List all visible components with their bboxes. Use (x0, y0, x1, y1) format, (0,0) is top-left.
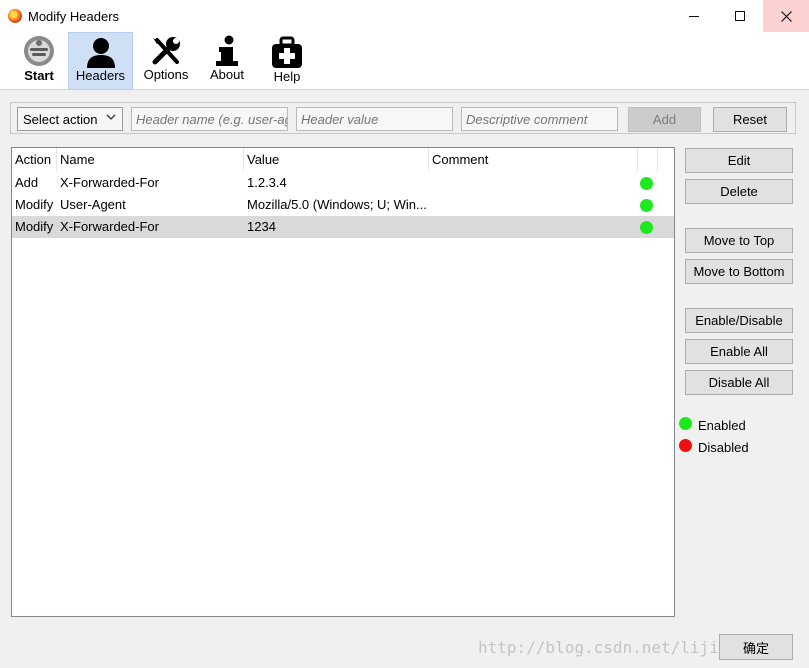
headers-list[interactable]: Action Name Value Comment Add X-Forwarde… (11, 147, 675, 617)
row-action: Modify (15, 197, 54, 212)
toolbar-start-label: Start (24, 68, 54, 83)
row-value: Mozilla/5.0 (Windows; U; Win... (247, 197, 427, 212)
enabled-legend-label: Enabled (698, 418, 746, 433)
row-action: Add (15, 175, 39, 190)
edit-button[interactable]: Edit (685, 148, 793, 173)
disable-all-button[interactable]: Disable All (685, 370, 793, 395)
modify-headers-window: Modify Headers Start Headers Options Abo… (0, 0, 809, 668)
comment-input[interactable] (461, 107, 618, 131)
row-value: 1.2.3.4 (247, 175, 287, 190)
table-row[interactable]: Modify X-Forwarded-For 1234 (12, 216, 674, 238)
row-value: 1234 (247, 219, 276, 234)
header-value-input[interactable] (296, 107, 453, 131)
row-comment (429, 172, 638, 194)
row-action: Modify (15, 219, 54, 234)
enable-all-button[interactable]: Enable All (685, 339, 793, 364)
toolbar-headers-label: Headers (75, 68, 126, 83)
title-bar: Modify Headers (0, 0, 809, 32)
toolbar-help-label: Help (273, 69, 301, 84)
enabled-status-icon (640, 199, 653, 212)
toolbar: Start Headers Options About Help (0, 32, 809, 90)
toolbar-options[interactable]: Options (138, 32, 194, 90)
toolbar-headers[interactable]: Headers (68, 32, 133, 90)
column-header-name[interactable]: Name (57, 148, 244, 171)
header-name-input[interactable] (131, 107, 288, 131)
column-header-action[interactable]: Action (12, 148, 57, 171)
toolbar-start[interactable]: Start (14, 32, 64, 90)
add-button[interactable]: Add (628, 107, 701, 132)
chevron-down-icon (106, 112, 116, 125)
row-name: X-Forwarded-For (60, 175, 159, 190)
enabled-legend-icon (679, 417, 692, 430)
column-header-value[interactable]: Value (244, 148, 429, 171)
reset-button[interactable]: Reset (713, 107, 787, 132)
main-area: Select action Add Reset Action Name Valu… (0, 91, 809, 668)
close-button[interactable] (763, 0, 809, 32)
info-icon (216, 35, 238, 66)
delete-button[interactable]: Delete (685, 179, 793, 204)
disabled-legend-icon (679, 439, 692, 452)
maximize-button[interactable] (717, 0, 763, 32)
move-to-top-button[interactable]: Move to Top (685, 228, 793, 253)
toolbar-about-label: About (210, 67, 244, 82)
tools-icon (152, 37, 180, 65)
row-comment (429, 216, 638, 238)
move-to-bottom-button[interactable]: Move to Bottom (685, 259, 793, 284)
enable-disable-button[interactable]: Enable/Disable (685, 308, 793, 333)
toolbar-options-label: Options (143, 67, 189, 82)
firefox-icon (8, 9, 22, 23)
disabled-legend-label: Disabled (698, 440, 749, 455)
table-row[interactable]: Add X-Forwarded-For 1.2.3.4 (12, 172, 674, 194)
window-title: Modify Headers (28, 9, 120, 24)
column-header-comment[interactable]: Comment (429, 148, 638, 171)
person-icon (86, 38, 115, 68)
row-comment (429, 194, 638, 216)
minimize-icon (689, 15, 699, 17)
first-aid-icon (272, 36, 302, 68)
toolbar-about[interactable]: About (202, 32, 252, 90)
toolbar-help[interactable]: Help (262, 32, 312, 90)
enabled-status-icon (640, 221, 653, 234)
column-header-status (638, 148, 658, 171)
maximize-icon (735, 11, 745, 21)
watermark: http://blog.csdn.net/lijia111 (478, 638, 758, 657)
ok-button[interactable]: 确定 (719, 634, 793, 660)
action-select-value: Select action (23, 111, 98, 127)
start-icon (24, 36, 54, 66)
minimize-button[interactable] (671, 0, 717, 32)
header-entry-form: Select action Add Reset (10, 102, 796, 134)
list-header: Action Name Value Comment (12, 148, 674, 171)
row-name: X-Forwarded-For (60, 219, 159, 234)
table-row[interactable]: Modify User-Agent Mozilla/5.0 (Windows; … (12, 194, 674, 216)
action-select[interactable]: Select action (17, 107, 123, 131)
enabled-status-icon (640, 177, 653, 190)
row-name: User-Agent (60, 197, 126, 212)
close-icon (780, 10, 792, 22)
